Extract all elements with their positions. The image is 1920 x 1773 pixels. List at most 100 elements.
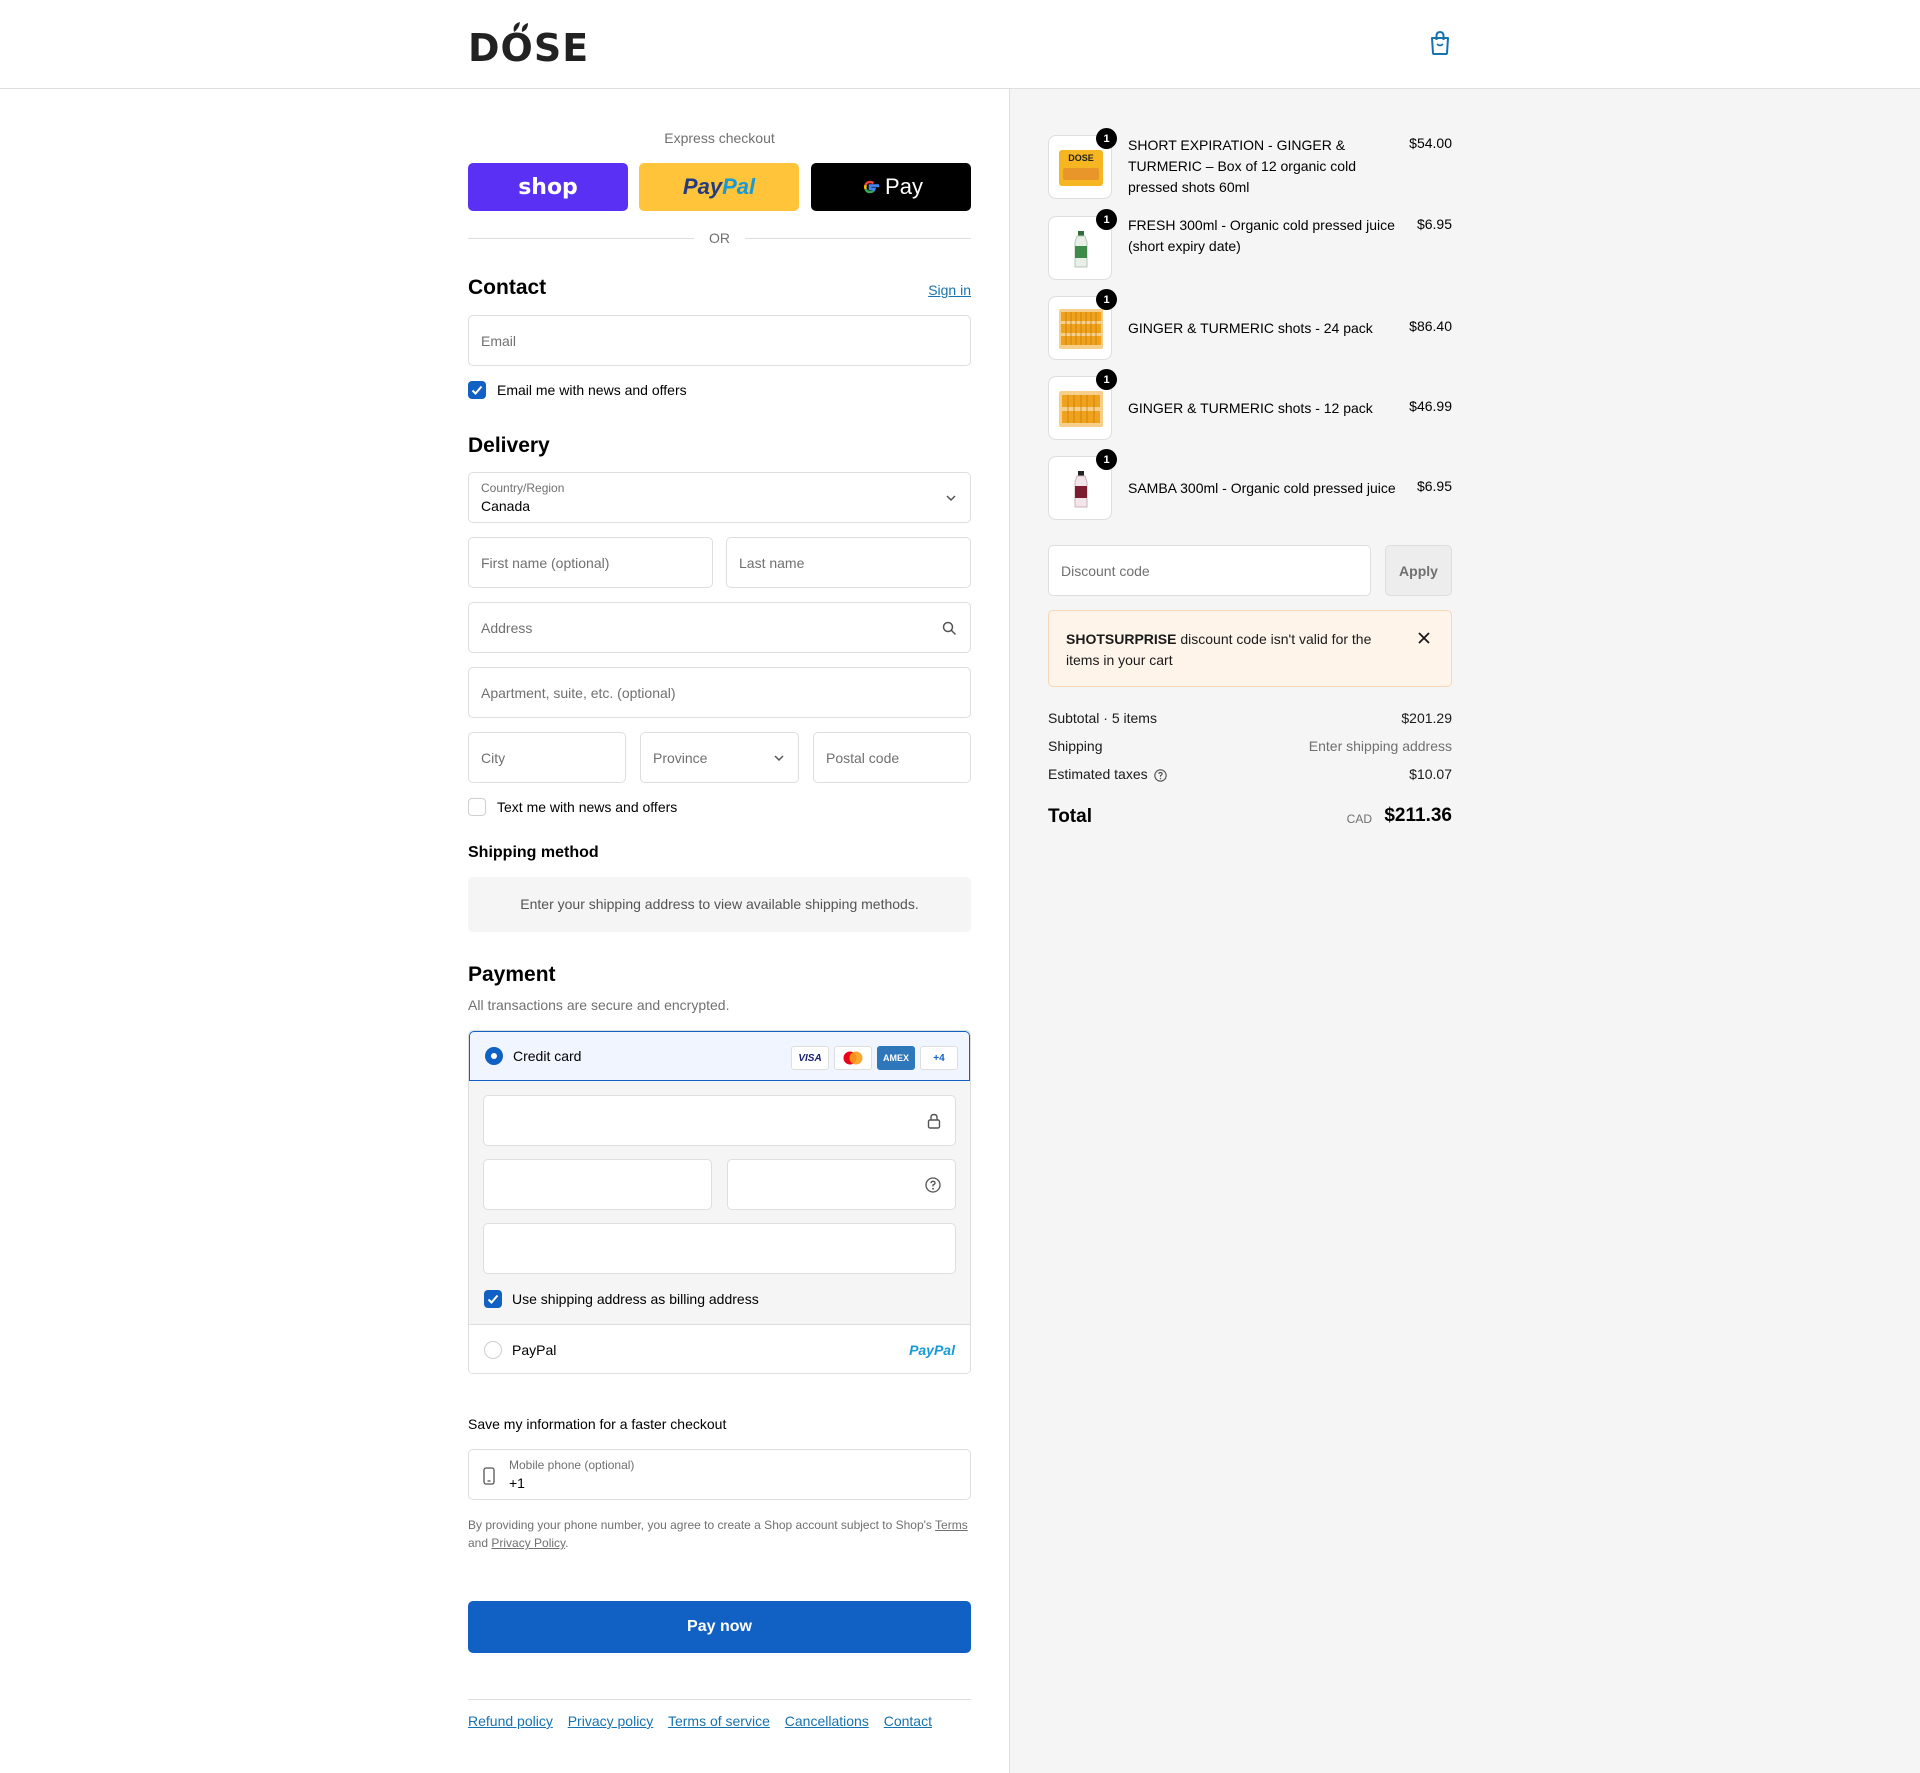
postal-code-placeholder: Postal code [826, 750, 900, 766]
total-value: $211.36 [1384, 805, 1452, 826]
paypal-logo: PayPal [909, 1342, 955, 1358]
item-price: $54.00 [1409, 135, 1452, 151]
mobile-phone-value: +1 [509, 1475, 525, 1491]
text-news-label: Text me with news and offers [497, 799, 678, 815]
refund-policy-link[interactable]: Refund policy [468, 1713, 553, 1729]
subtotal-value: $201.29 [1401, 710, 1452, 726]
discount-warning-banner: SHOTSURPRISE discount code isn't valid f… [1048, 610, 1452, 687]
quantity-badge: 1 [1096, 369, 1117, 390]
first-name-field[interactable]: First name (optional) [468, 537, 713, 588]
paypal-option[interactable]: PayPal PayPal [469, 1324, 970, 1373]
contact-title: Contact [468, 276, 547, 299]
disclaimer-end: . [565, 1536, 569, 1550]
terms-link[interactable]: Terms [935, 1518, 968, 1532]
sign-in-link[interactable]: Sign in [928, 282, 971, 298]
email-placeholder: Email [481, 333, 517, 349]
text-news-checkbox[interactable] [468, 798, 486, 816]
total-label: Total [1048, 806, 1092, 827]
apply-discount-button[interactable]: Apply [1385, 545, 1452, 596]
email-news-checkbox[interactable] [468, 381, 486, 399]
shipping-method-title: Shipping method [468, 844, 599, 861]
quantity-badge: 1 [1096, 128, 1117, 149]
credit-card-option[interactable]: Credit card VISA AMEX +4 [469, 1031, 970, 1081]
shipping-value: Enter shipping address [1308, 738, 1452, 754]
city-field[interactable]: City [468, 732, 626, 783]
apartment-field[interactable]: Apartment, suite, etc. (optional) [468, 667, 971, 718]
card-number-field[interactable] [483, 1095, 956, 1146]
shipping-row: Shipping Enter shipping address [1048, 738, 1452, 758]
chevron-down-icon [774, 755, 784, 762]
shipping-label: Shipping [1048, 738, 1103, 754]
contact-link[interactable]: Contact [884, 1713, 932, 1729]
cart-item: 1 FRESH 300ml - Organic cold pressed jui… [1048, 209, 1452, 282]
cart-item: 1 GINGER & TURMERIC shots - 12 pack $46.… [1048, 369, 1452, 442]
search-icon [942, 621, 957, 636]
mobile-phone-label: Mobile phone (optional) [509, 1458, 635, 1472]
product-thumbnail: 1 [1048, 369, 1117, 440]
item-price: $46.99 [1409, 398, 1452, 414]
cancellations-link[interactable]: Cancellations [785, 1713, 869, 1729]
terms-of-service-link[interactable]: Terms of service [668, 1713, 770, 1729]
more-cards-badge: +4 [920, 1046, 958, 1070]
disclaimer-text: By providing your phone number, you agre… [468, 1518, 932, 1532]
credit-card-radio[interactable] [485, 1047, 503, 1065]
dose-logo[interactable]: DOSE [468, 20, 589, 70]
province-select[interactable]: Province [640, 732, 799, 783]
help-circle-icon[interactable] [1154, 769, 1167, 782]
taxes-value: $10.07 [1409, 766, 1452, 782]
address-placeholder: Address [481, 620, 533, 636]
first-name-placeholder: First name (optional) [481, 555, 610, 571]
item-price: $6.95 [1416, 216, 1452, 232]
shop-pay-button[interactable]: shop [468, 163, 628, 211]
privacy-policy-footer-link[interactable]: Privacy policy [568, 1713, 654, 1729]
item-price: $86.40 [1409, 318, 1452, 334]
last-name-field[interactable]: Last name [726, 537, 971, 588]
name-on-card-field[interactable] [483, 1223, 956, 1274]
shipping-method-info: Enter your shipping address to view avai… [468, 877, 971, 932]
cart-icon[interactable] [1428, 30, 1452, 58]
billing-address-label: Use shipping address as billing address [512, 1291, 759, 1307]
item-name: SAMBA 300ml - Organic cold pressed juice [1128, 480, 1396, 496]
item-price: $6.95 [1416, 478, 1452, 494]
address-field[interactable]: Address [468, 602, 971, 653]
last-name-placeholder: Last name [739, 555, 805, 571]
discount-code-field[interactable]: Discount code [1048, 545, 1371, 596]
item-name: GINGER & TURMERIC shots - 24 pack [1128, 320, 1373, 336]
google-g-icon [864, 180, 880, 194]
province-placeholder: Province [653, 750, 708, 766]
or-divider: OR [468, 228, 971, 248]
paypal-express-button[interactable]: PayPal [639, 163, 799, 211]
quantity-badge: 1 [1096, 209, 1117, 230]
credit-card-form: Use shipping address as billing address [469, 1081, 970, 1324]
item-name: SHORT EXPIRATION - GINGER & TURMERIC – B… [1128, 137, 1356, 195]
cart-item: DOSE 1 SHORT EXPIRATION - GINGER & TURME… [1048, 128, 1452, 201]
mobile-phone-field[interactable]: Mobile phone (optional) +1 [468, 1449, 971, 1500]
pay-now-button[interactable]: Pay now [468, 1601, 971, 1653]
paypal-option-label: PayPal [512, 1342, 557, 1358]
product-thumbnail: DOSE 1 [1048, 128, 1117, 199]
gpay-label: Pay [885, 174, 923, 199]
phone-disclaimer: By providing your phone number, you agre… [468, 1516, 971, 1552]
country-select[interactable]: Country/Region Canada [468, 472, 971, 523]
discount-warning-text: SHOTSURPRISE discount code isn't valid f… [1066, 629, 1396, 671]
expiration-date-field[interactable] [483, 1159, 712, 1210]
currency-code: CAD [1346, 812, 1372, 826]
billing-address-checkbox[interactable] [484, 1290, 502, 1308]
security-code-field[interactable] [727, 1159, 956, 1210]
footer-links: Refund policy Privacy policy Terms of se… [468, 1713, 943, 1729]
payment-methods: Credit card VISA AMEX +4 Use shipping ad… [468, 1030, 971, 1374]
subtotal-label: Subtotal · 5 items [1048, 710, 1157, 726]
payment-subtitle: All transactions are secure and encrypte… [468, 997, 730, 1013]
privacy-policy-link[interactable]: Privacy Policy [491, 1536, 565, 1550]
quantity-badge: 1 [1096, 289, 1117, 310]
email-news-label: Email me with news and offers [497, 382, 687, 398]
google-pay-button[interactable]: Pay [811, 163, 971, 211]
email-field[interactable]: Email [468, 315, 971, 366]
postal-code-field[interactable]: Postal code [813, 732, 971, 783]
product-box-text: DOSE [1068, 153, 1094, 163]
taxes-label: Estimated taxes [1048, 766, 1148, 782]
help-circle-icon[interactable] [925, 1177, 941, 1193]
product-thumbnail: 1 [1048, 209, 1117, 280]
close-icon[interactable] [1415, 629, 1433, 647]
paypal-radio[interactable] [484, 1341, 502, 1359]
